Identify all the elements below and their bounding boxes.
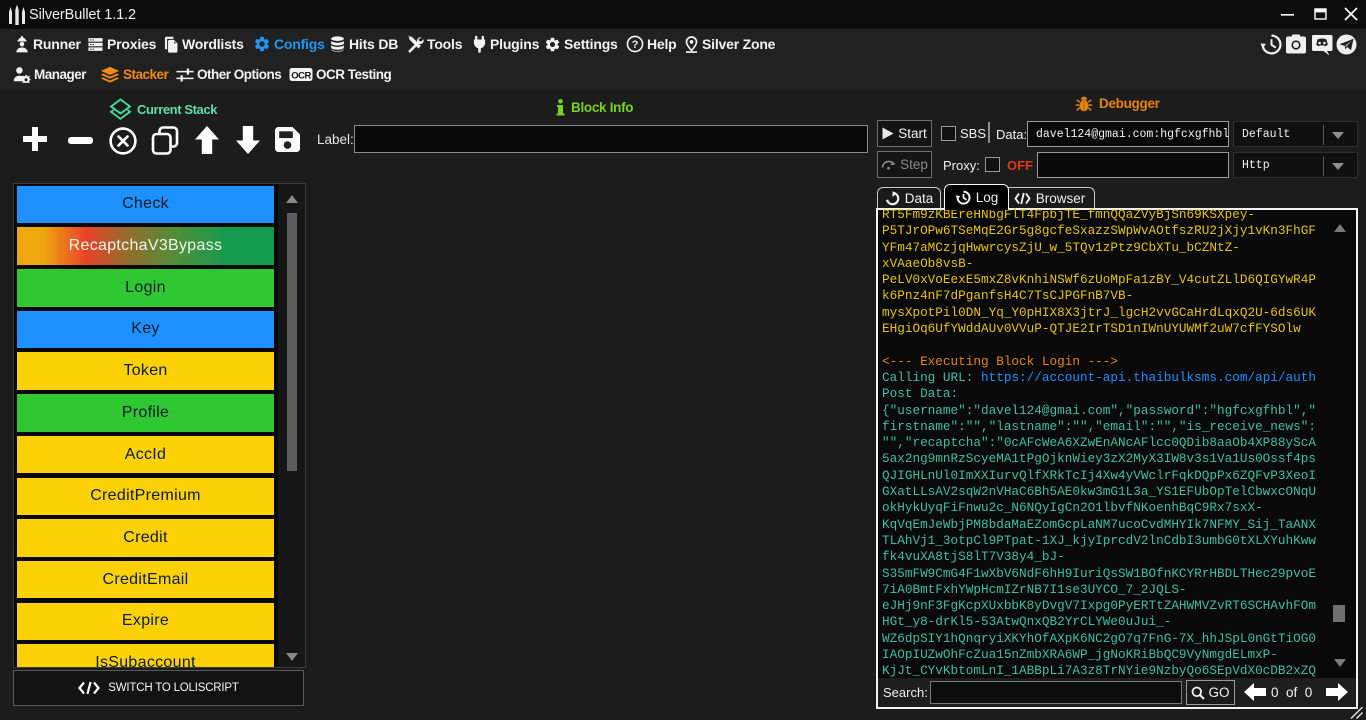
svg-text:?: ? [632,39,638,51]
svg-text:OCR: OCR [291,70,311,81]
